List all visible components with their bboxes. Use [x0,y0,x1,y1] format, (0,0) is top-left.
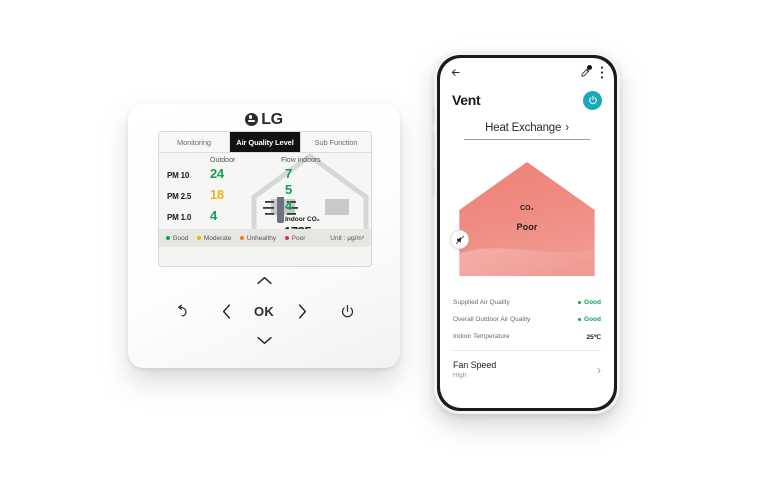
status-row-supplied-air-quality: Supplied Air Quality Good [453,294,601,311]
front-camera-icon [587,65,592,70]
status-value-text: Good [584,316,601,323]
crossed-out-glyph [455,235,464,244]
mode-selector[interactable]: Heat Exchange › [464,122,590,140]
controller-screen: Monitoring Air Quality Level Sub Functio… [158,131,372,267]
tab-air-quality-level[interactable]: Air Quality Level [230,132,301,152]
pm1-label: PM 1.0 [167,213,192,222]
pm10-value: 24 [210,166,224,181]
fan-speed-title: Fan Speed [453,360,497,370]
pm25-value: 18 [210,187,224,202]
status-value-text: Good [584,299,601,306]
pm25-label: PM 2.5 [167,192,192,201]
status-value: Good [577,316,601,323]
legend-unhealthy: Unhealthy [240,235,276,242]
back-arrow-icon[interactable] [450,67,461,78]
phone-frame: Vent Heat Exchange › CO₂ Poor Supplied A… [432,55,617,411]
legend-good: Good [166,235,188,242]
status-label: Overall Outdoor Air Quality [453,316,531,323]
left-button[interactable] [214,300,238,322]
air-quality-panel: Outdoor PM 10 24 PM 2.5 18 PM 1.0 4 Flow… [159,153,371,247]
tab-sub-function[interactable]: Sub Function [301,132,371,152]
power-icon [341,304,353,317]
flow-value-1: 7 [285,166,292,181]
overflow-menu-glyph [600,66,604,79]
legend-label-poor: Poor [291,234,306,242]
right-button[interactable] [290,300,314,322]
app-header: Vent [440,83,614,115]
flow-indoors-values: 7 5 4 [285,166,292,214]
status-list: Supplied Air Quality Good Overall Outdoo… [440,294,614,345]
chevron-down-icon [256,336,272,344]
house-level-label: Poor [516,222,538,232]
phone-side-button-mute[interactable] [432,107,435,123]
status-dot-icon [577,317,582,322]
status-value: Good [577,299,601,306]
legend-poor: Poor [285,235,305,242]
lg-logo: LG [128,111,400,128]
chevron-right-icon: › [597,362,601,377]
house-visualization: CO₂ Poor [440,158,614,278]
app-topbar [440,58,614,83]
lg-mark-icon [245,113,259,126]
power-toggle-button[interactable] [583,90,602,110]
legend-dot-moderate-icon [197,236,202,240]
mode-label: Heat Exchange [485,122,562,134]
status-row-overall-outdoor-air-quality: Overall Outdoor Air Quality Good [453,311,601,328]
wall-controller: LG Monitoring Air Quality Level Sub Func… [128,104,400,368]
chevron-up-icon [256,276,272,284]
pm10-label: PM 10 [167,171,190,180]
flow-indoors-heading: Flow indoors [281,157,321,164]
power-button[interactable] [334,300,360,322]
controller-tabs: Monitoring Air Quality Level Sub Functio… [159,132,371,153]
status-label: Indoor Temperature [453,333,510,340]
chevron-right-icon [298,303,306,319]
status-label: Supplied Air Quality [453,299,510,306]
flow-value-3: 4 [285,198,292,213]
flow-value-2: 5 [285,182,292,197]
mute-filter-badge-icon[interactable] [450,230,469,249]
tab-monitoring[interactable]: Monitoring [159,132,230,152]
indoor-co2-label: Indoor CO₂ [285,216,320,223]
ok-button[interactable]: OK [246,300,282,322]
air-quality-legend: Good Moderate Unhealthy Poor Unit : µg/m… [159,229,371,247]
legend-dot-poor-icon [285,236,290,240]
page-title: Vent [452,92,481,108]
legend-label-unhealthy: Unhealthy [246,234,277,242]
house-metric-label: CO₂ [520,205,534,212]
back-button[interactable] [168,300,194,322]
status-dot-icon [577,300,582,305]
smartphone: Vent Heat Exchange › CO₂ Poor Supplied A… [432,52,620,414]
legend-label-good: Good [172,234,189,242]
legend-label-moderate: Moderate [203,234,232,242]
back-arrow-icon [177,304,186,316]
legend-dot-unhealthy-icon [240,236,245,240]
down-button[interactable] [249,330,279,350]
status-row-indoor-temperature: Indoor Temperature 25℃ [453,328,601,345]
fan-speed-texts: Fan Speed High [453,360,496,379]
power-icon [588,95,597,105]
chevron-left-icon [222,303,230,319]
back-arrow-glyph [451,69,460,76]
phone-side-button-volume-down[interactable] [432,167,435,195]
chevron-right-icon: › [565,122,569,134]
fan-speed-row[interactable]: Fan Speed High › [440,351,614,379]
overflow-menu-icon[interactable] [600,66,604,79]
fan-speed-value: High [453,372,467,379]
pm1-value: 4 [210,208,217,223]
up-button[interactable] [249,270,279,290]
legend-dot-good-icon [166,236,170,240]
status-value-text: 25℃ [586,333,601,341]
phone-side-button-volume-up[interactable] [432,133,435,161]
legend-unit: Unit : µg/m³ [330,234,364,242]
phone-screen: Vent Heat Exchange › CO₂ Poor Supplied A… [440,58,614,408]
lg-wordmark: LG [261,111,283,128]
legend-moderate: Moderate [197,235,231,242]
house-readout: CO₂ Poor [440,205,614,232]
